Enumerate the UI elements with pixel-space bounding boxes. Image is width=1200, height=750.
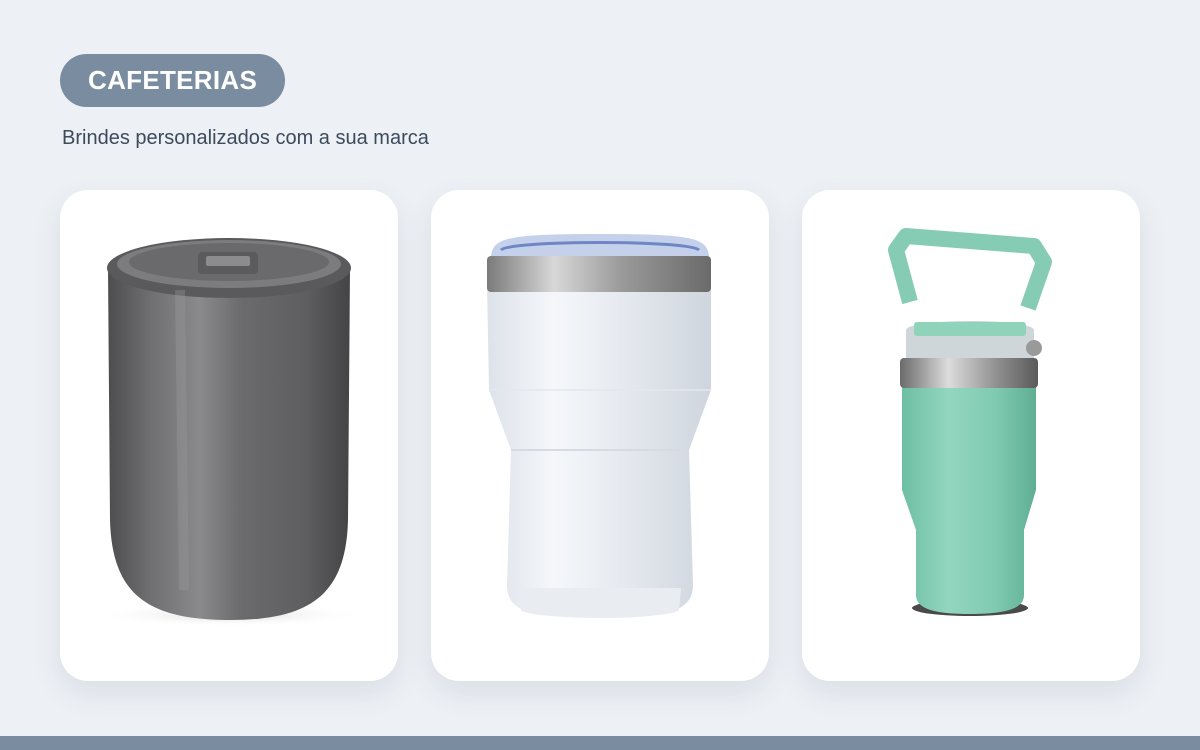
gray-tumbler-image [95, 238, 365, 627]
product-card-mint-tumbler[interactable] [802, 190, 1140, 681]
footer-bar [0, 736, 1200, 750]
mint-tumbler-image [888, 228, 1052, 616]
white-tumbler-image [487, 234, 711, 618]
product-card-gray-tumbler[interactable] [60, 190, 398, 681]
category-badge[interactable]: CAFETERIAS [60, 54, 286, 107]
section-subtitle: Brindes personalizados com a sua marca [62, 127, 429, 149]
product-card-white-tumbler[interactable] [431, 190, 769, 681]
